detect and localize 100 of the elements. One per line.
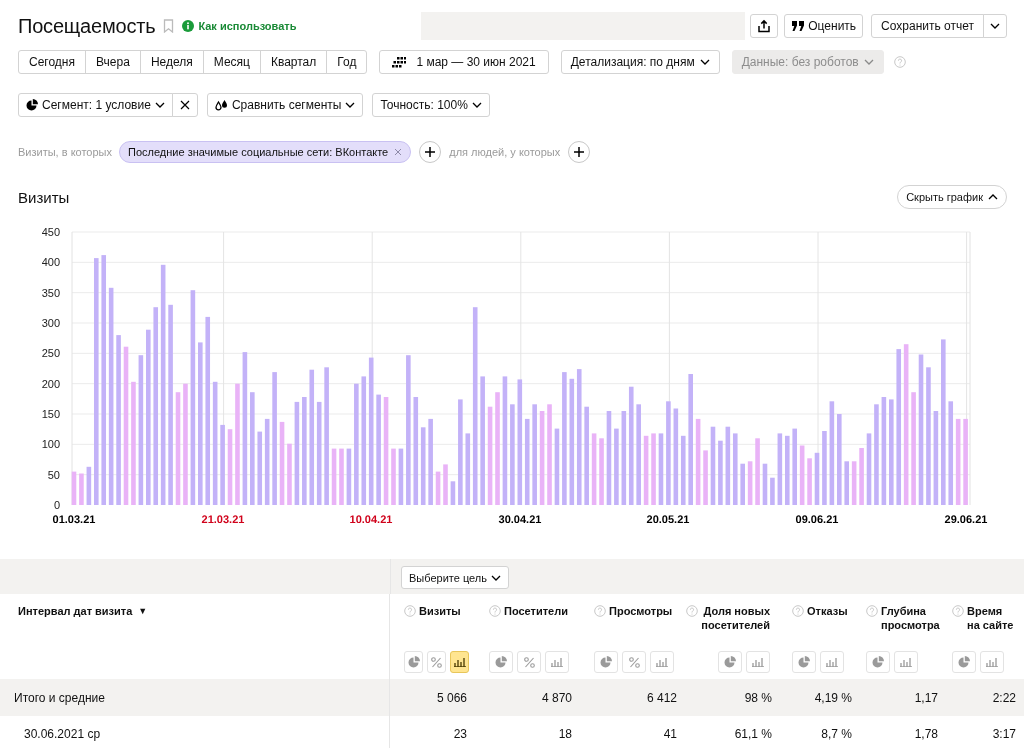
view-toggle[interactable]: [718, 651, 742, 673]
segment-dropdown[interactable]: Сегмент: 1 условие: [18, 93, 173, 117]
view-toggle[interactable]: [792, 651, 816, 673]
chart-bar: [777, 433, 783, 505]
table-cell: 6 412: [646, 690, 677, 705]
chart-bar: [71, 471, 77, 505]
help-icon: [686, 605, 699, 617]
period-button[interactable]: Квартал: [259, 50, 328, 74]
percent-icon: [628, 656, 640, 668]
table-cell: 3:17: [992, 727, 1016, 741]
dropdown-button[interactable]: [983, 14, 1007, 38]
chart-bar: [814, 452, 820, 505]
table-cell: 8,7 %: [821, 727, 852, 741]
axis-label: 300: [41, 317, 60, 329]
chart-bar: [807, 458, 812, 505]
view-toggle[interactable]: [404, 651, 423, 673]
share-icon: [757, 19, 772, 33]
caret-icon: [490, 574, 501, 581]
view-toggle[interactable]: [450, 651, 469, 673]
table-cell: 2:22: [992, 690, 1016, 705]
clear-segment-button[interactable]: [171, 93, 198, 117]
bar-chart-icon: [900, 657, 912, 667]
view-toggle[interactable]: [517, 651, 541, 673]
axis-label: 150: [41, 408, 60, 420]
column-header[interactable]: Время на сайте: [967, 604, 1017, 632]
share-button[interactable]: [750, 14, 779, 38]
chart-bar: [599, 438, 604, 505]
view-toggle[interactable]: [746, 651, 770, 673]
table-cell: 5 066: [436, 690, 467, 705]
caret-icon: [345, 102, 356, 108]
chart-bar: [443, 464, 448, 505]
hide-chart-button[interactable]: Скрыть график: [897, 185, 1007, 209]
pie-icon: [798, 656, 810, 668]
detail-dropdown[interactable]: Детализация: по дням: [560, 50, 720, 74]
axis-label: 0: [53, 499, 60, 511]
axis-label: 30.04.21: [498, 514, 542, 526]
compare-segments-dropdown[interactable]: Сравнить сегменты: [206, 93, 364, 117]
add-button[interactable]: [419, 141, 442, 163]
column-header[interactable]: Отказы: [807, 604, 848, 618]
axis-label: 29.06.21: [944, 514, 988, 526]
chart-bar: [703, 450, 708, 505]
percent-icon: [431, 656, 442, 668]
row-label: Итого и средние: [13, 690, 105, 705]
date-range-button[interactable]: 1 мар — 30 июн 2021: [379, 50, 549, 74]
goal-dropdown[interactable]: Выберите цель: [401, 566, 509, 589]
caret-icon: [863, 59, 874, 65]
chart-bar: [450, 481, 456, 505]
column-header[interactable]: Глубина просмотра: [881, 604, 940, 632]
period-button[interactable]: Вчера: [85, 50, 141, 74]
accuracy-dropdown[interactable]: Точность: 100%: [372, 93, 490, 117]
table-cell: 4,19 %: [814, 690, 852, 705]
rate-button[interactable]: Оценить: [784, 14, 864, 38]
view-toggle[interactable]: [866, 651, 890, 673]
sort-indicator[interactable]: ▼: [138, 605, 148, 618]
help-icon: [866, 605, 878, 617]
help-link[interactable]: Как использовать: [182, 20, 297, 32]
info-icon: [182, 20, 195, 32]
axis-label: 100: [41, 438, 60, 451]
chart-bar: [844, 461, 849, 505]
filter-chip[interactable]: Последние значимые социальные сети: ВКонтакте: [119, 141, 412, 163]
table-cell: 1,78: [914, 727, 938, 741]
help-icon: [404, 605, 416, 617]
caret-icon: [990, 23, 1000, 29]
period-button[interactable]: Месяц: [202, 50, 261, 74]
column-header[interactable]: Интервал дат визита: [18, 605, 133, 617]
save-report-button[interactable]: Сохранить отчет: [871, 14, 984, 38]
view-toggle[interactable]: [622, 651, 646, 673]
column-header[interactable]: Доля новых посетителей: [701, 604, 770, 632]
view-toggle[interactable]: [427, 651, 446, 673]
chart-bar: [762, 463, 768, 505]
chart-bar: [86, 466, 92, 505]
axis-label: 09.06.21: [795, 514, 839, 526]
view-toggle[interactable]: [594, 651, 618, 673]
view-toggle[interactable]: [545, 651, 569, 673]
add-button[interactable]: [568, 141, 591, 163]
period-button[interactable]: Год: [326, 50, 368, 74]
view-toggle[interactable]: [980, 651, 1004, 673]
chart-bar: [339, 448, 344, 505]
column-header[interactable]: Посетители: [504, 604, 568, 618]
column-header[interactable]: Визиты: [419, 604, 461, 618]
view-toggle[interactable]: [650, 651, 674, 673]
view-toggle[interactable]: [489, 651, 513, 673]
help-icon: [489, 605, 501, 617]
caret-icon: [699, 59, 710, 65]
plus-icon: [574, 147, 585, 157]
view-toggle[interactable]: [952, 651, 976, 673]
axis-label: 21.03.21: [201, 514, 245, 526]
chart-bar: [740, 463, 745, 505]
help-icon: [594, 605, 606, 617]
close-icon: [394, 148, 403, 156]
period-button[interactable]: Неделя: [139, 50, 204, 74]
period-button[interactable]: Сегодня: [18, 50, 86, 74]
page-title: Посещаемость: [18, 14, 156, 38]
view-toggle[interactable]: [820, 651, 844, 673]
caret-icon: [471, 102, 482, 108]
chart-bar: [866, 433, 872, 505]
view-toggle[interactable]: [894, 651, 918, 673]
axis-label: 10.04.21: [349, 514, 393, 526]
column-header[interactable]: Просмотры: [609, 604, 673, 618]
bar-chart-icon: [986, 657, 998, 667]
